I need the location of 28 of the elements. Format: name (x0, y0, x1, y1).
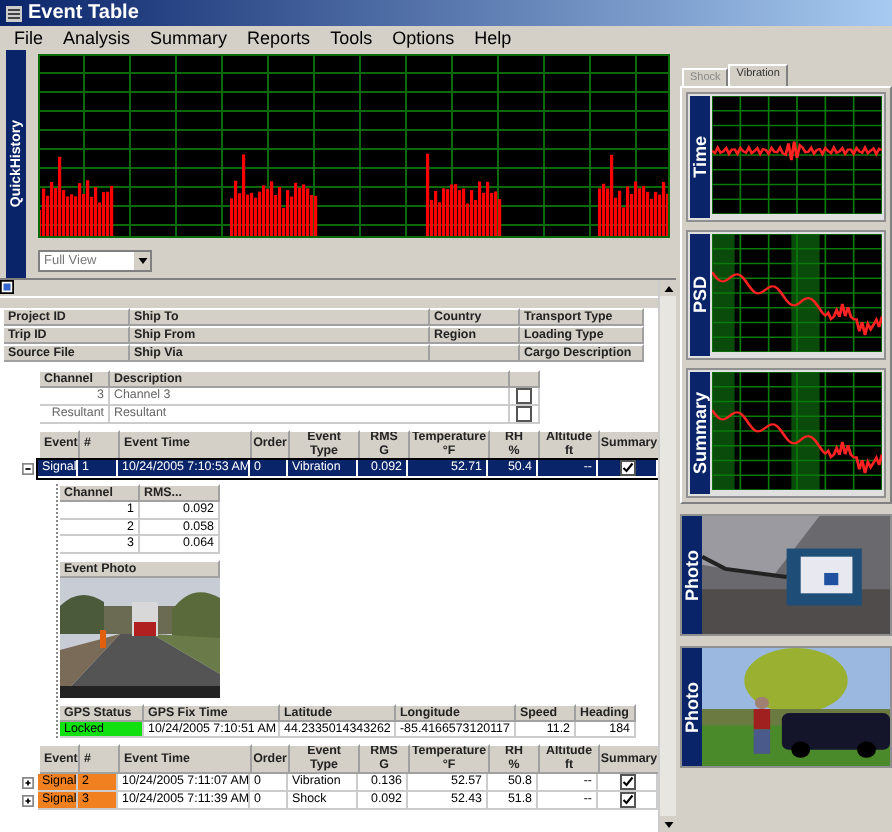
collapse-icon[interactable] (22, 462, 34, 476)
menu-item[interactable]: Tools (320, 27, 383, 49)
scrollbar[interactable] (658, 280, 676, 832)
scroll-down-icon[interactable] (663, 821, 673, 827)
menu-item[interactable]: Reports (237, 27, 321, 49)
menu-item[interactable]: Options (382, 27, 465, 49)
expand-icon[interactable] (22, 776, 34, 791)
caret-icon[interactable] (137, 258, 147, 264)
checkbox[interactable] (516, 406, 532, 422)
plot-label[interactable]: PSD (690, 234, 710, 356)
photo-label[interactable]: Photo (682, 516, 702, 634)
expand-icon[interactable] (22, 794, 34, 809)
scroll-up-icon[interactable] (663, 285, 673, 291)
window-title: Event Table (28, 2, 139, 24)
menu-item[interactable]: File (4, 27, 54, 49)
checkbox[interactable] (619, 774, 635, 791)
menu-item[interactable]: Help (464, 27, 522, 49)
checkbox[interactable] (516, 388, 532, 404)
photo-label[interactable]: Photo (682, 648, 702, 766)
plot-label[interactable]: Summary (690, 372, 710, 494)
grid-icon[interactable] (0, 280, 14, 294)
app-icon (6, 5, 22, 21)
plot-label[interactable]: Time (690, 96, 710, 218)
checkbox[interactable] (619, 460, 635, 476)
menu-item[interactable]: Analysis (53, 27, 141, 49)
field-header (430, 344, 520, 362)
checkbox[interactable] (619, 792, 635, 809)
menu-item[interactable]: Summary (140, 27, 238, 49)
